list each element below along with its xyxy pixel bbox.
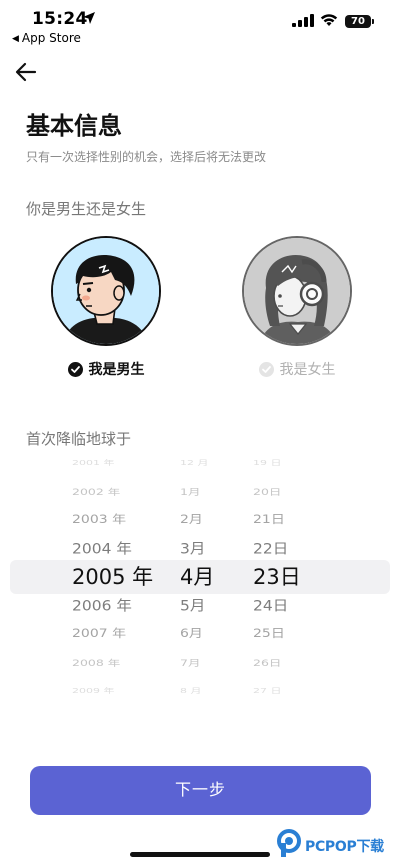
male-avatar-illustration xyxy=(53,238,159,344)
male-label-text: 我是男生 xyxy=(88,362,145,378)
picker-day: 21日 xyxy=(253,513,285,527)
picker-row[interactable]: 2005 年 4月 23日 xyxy=(0,562,400,592)
back-arrow-icon[interactable] xyxy=(13,60,39,84)
picker-month: 2月 xyxy=(180,513,203,527)
picker-year: 2006 年 xyxy=(72,597,132,614)
selected-check-icon xyxy=(67,361,83,377)
picker-day: 24日 xyxy=(253,597,289,614)
male-label: 我是男生 xyxy=(46,359,166,379)
cellular-signal-icon xyxy=(292,14,314,27)
picker-month: 4月 xyxy=(180,565,215,589)
wifi-icon xyxy=(320,14,338,26)
picker-row[interactable]: 2002 年 1月 20日 xyxy=(0,481,400,502)
picker-row[interactable]: 2007 年 6月 25日 xyxy=(0,622,400,646)
picker-year: 2008 年 xyxy=(72,656,121,668)
picker-day: 19 日 xyxy=(253,458,282,467)
picker-year: 2002 年 xyxy=(72,485,121,497)
female-avatar-illustration xyxy=(244,238,350,344)
birth-section-label: 首次降临地球于 xyxy=(26,430,132,448)
watermark-text: PCPOP下载 xyxy=(305,839,384,855)
picker-row[interactable]: 2001 年 12 月 19 日 xyxy=(0,454,400,472)
picker-day: 22日 xyxy=(253,540,289,557)
unselected-check-icon xyxy=(258,361,274,377)
picker-row[interactable]: 2008 年 7月 26日 xyxy=(0,652,400,673)
picker-year: 2007 年 xyxy=(72,627,127,641)
status-bar: 15:24 ◀ App Store 70 xyxy=(0,0,400,50)
battery-indicator: 70 xyxy=(345,15,371,28)
picker-month: 7月 xyxy=(180,656,201,668)
home-indicator xyxy=(130,852,270,857)
male-avatar xyxy=(51,236,161,346)
picker-month: 6月 xyxy=(180,627,203,641)
battery-cap xyxy=(372,19,374,24)
picker-row[interactable]: 2006 年 5月 24日 xyxy=(0,592,400,619)
watermark-logo: PCPOP下载 xyxy=(277,828,399,860)
picker-month: 5月 xyxy=(180,597,206,614)
back-to-app-store[interactable]: ◀ App Store xyxy=(12,31,81,45)
next-button[interactable]: 下一步 xyxy=(30,766,371,815)
picker-year: 2005 年 xyxy=(72,565,154,589)
picker-day: 25日 xyxy=(253,627,285,641)
picker-day: 23日 xyxy=(253,565,301,589)
pcpop-logo-icon xyxy=(277,829,301,857)
female-label-text: 我是女生 xyxy=(279,362,336,378)
picker-row[interactable]: 2009 年 8 月 27 日 xyxy=(0,682,400,700)
status-time: 15:24 xyxy=(32,9,88,29)
picker-month: 12 月 xyxy=(180,458,209,467)
picker-year: 2009 年 xyxy=(72,686,115,695)
picker-month: 8 月 xyxy=(180,686,202,695)
picker-row[interactable]: 2003 年 2月 21日 xyxy=(0,508,400,532)
gender-option-male[interactable]: 我是男生 xyxy=(46,236,166,386)
page-title: 基本信息 xyxy=(26,112,122,140)
female-label: 我是女生 xyxy=(237,359,357,379)
birth-date-picker[interactable]: 2001 年 12 月 19 日 2002 年 1月 20日 2003 年 2月 21日 2004… xyxy=(0,459,400,695)
picker-row[interactable]: 2004 年 3月 22日 xyxy=(0,535,400,562)
picker-day: 27 日 xyxy=(253,686,282,695)
picker-day: 26日 xyxy=(253,656,282,668)
picker-day: 20日 xyxy=(253,485,282,497)
back-app-label: App Store xyxy=(21,31,81,45)
back-triangle-icon: ◀ xyxy=(12,34,19,44)
gender-section-label: 你是男生还是女生 xyxy=(26,200,147,218)
location-arrow-icon xyxy=(83,12,95,24)
female-avatar xyxy=(242,236,352,346)
picker-year: 2001 年 xyxy=(72,458,115,467)
picker-year: 2004 年 xyxy=(72,540,132,557)
picker-month: 1月 xyxy=(180,485,201,497)
gender-option-female[interactable]: 我是女生 xyxy=(237,236,357,386)
picker-year: 2003 年 xyxy=(72,513,127,527)
picker-month: 3月 xyxy=(180,540,206,557)
page-subtitle: 只有一次选择性别的机会，选择后将无法更改 xyxy=(26,150,267,164)
